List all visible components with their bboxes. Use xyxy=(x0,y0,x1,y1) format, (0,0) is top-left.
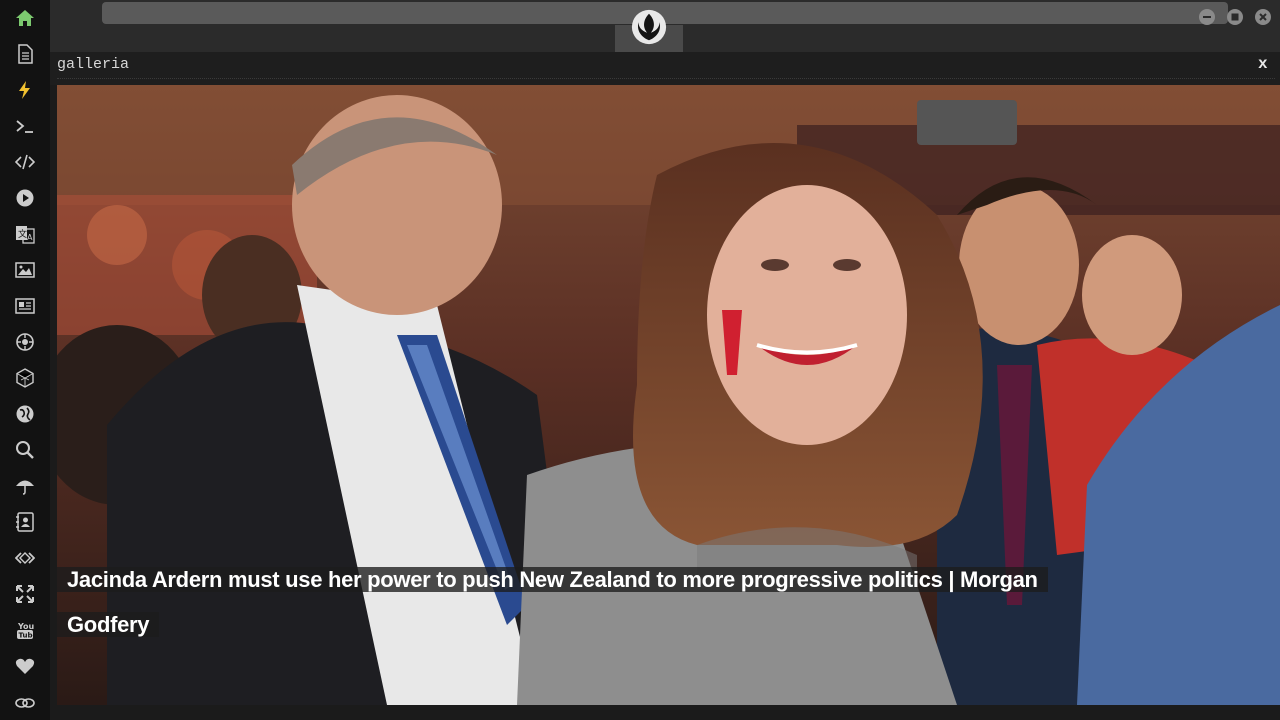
heart-icon[interactable] xyxy=(13,654,37,678)
cube-icon[interactable] xyxy=(13,366,37,390)
globe-icon[interactable] xyxy=(13,402,37,426)
terminal-icon[interactable] xyxy=(13,114,37,138)
news-icon[interactable] xyxy=(13,294,37,318)
svg-text:A: A xyxy=(27,233,33,242)
svg-text:文: 文 xyxy=(18,228,27,240)
search-icon[interactable] xyxy=(13,438,37,462)
sidebar: 文A You Tube xyxy=(0,0,50,720)
gallery-caption-text: Jacinda Ardern must use her power to pus… xyxy=(57,567,1048,637)
link-icon[interactable] xyxy=(13,690,37,714)
home-icon[interactable] xyxy=(13,6,37,30)
svg-text:Tube: Tube xyxy=(19,632,36,640)
maximize-icon[interactable] xyxy=(1227,9,1243,25)
panel-close-button[interactable]: x xyxy=(1258,55,1268,73)
play-icon[interactable] xyxy=(13,186,37,210)
panel-header xyxy=(50,52,1280,85)
bottom-strip xyxy=(50,705,1280,720)
settings-icon[interactable] xyxy=(13,330,37,354)
contacts-icon[interactable] xyxy=(13,510,37,534)
dev-icon[interactable] xyxy=(13,546,37,570)
youtube-icon[interactable]: You Tube xyxy=(13,618,37,642)
rebel-alliance-icon xyxy=(630,8,668,46)
lightning-icon[interactable] xyxy=(13,78,37,102)
expand-icon[interactable] xyxy=(13,582,37,606)
minimize-icon[interactable] xyxy=(1199,9,1215,25)
close-icon[interactable] xyxy=(1255,9,1271,25)
umbrella-icon[interactable] xyxy=(13,474,37,498)
document-icon[interactable] xyxy=(13,42,37,66)
panel-title: galleria xyxy=(57,56,130,73)
divider xyxy=(57,78,1275,79)
translate-icon[interactable]: 文A xyxy=(13,222,37,246)
image-icon[interactable] xyxy=(13,258,37,282)
svg-text:You: You xyxy=(17,622,35,631)
code-icon[interactable] xyxy=(13,150,37,174)
gallery-caption: Jacinda Ardern must use her power to pus… xyxy=(57,557,1097,647)
